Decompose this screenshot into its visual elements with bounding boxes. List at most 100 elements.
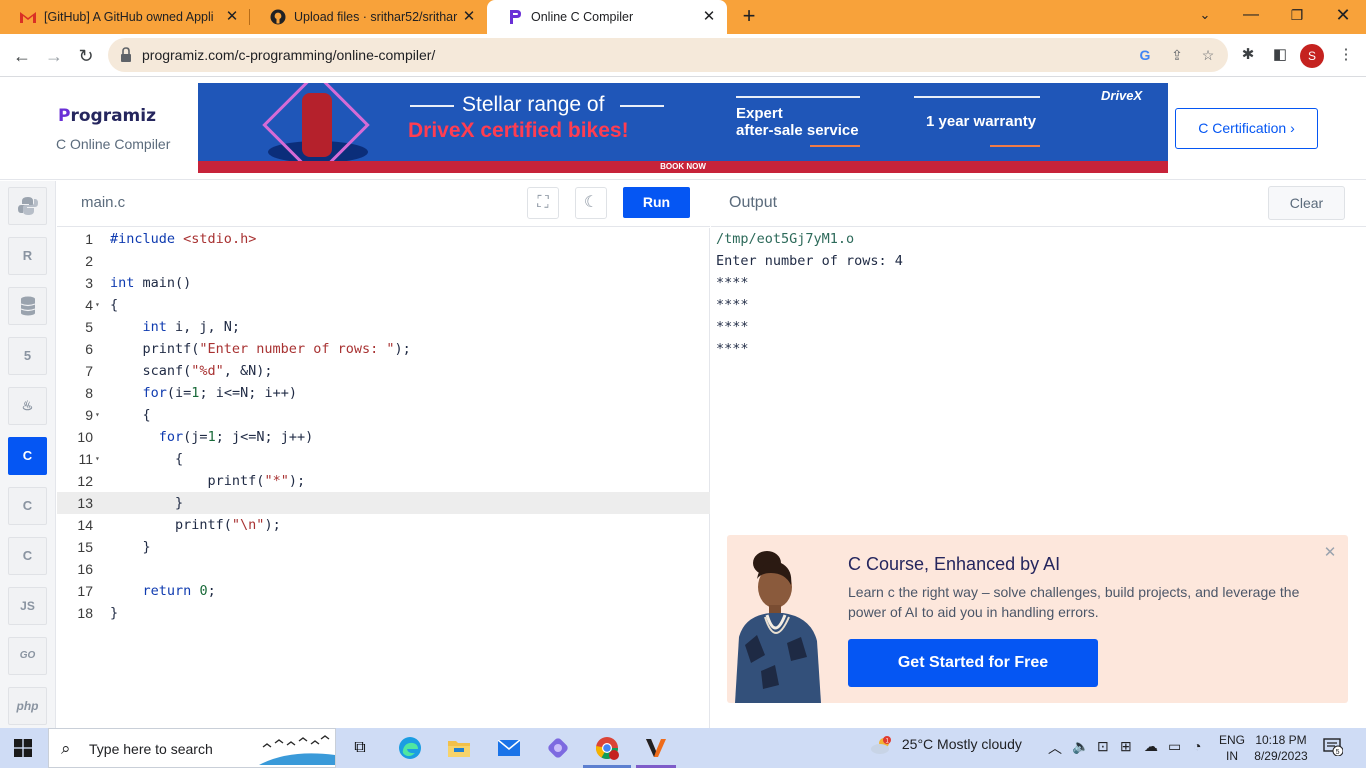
volume-icon[interactable]: 🔈 — [1072, 738, 1089, 755]
code-text: for(i=1; i<=N; i++) — [142, 385, 297, 401]
tray-chevron-up-icon[interactable]: ︿ — [1048, 738, 1062, 758]
copilot-app-icon[interactable] — [544, 734, 572, 762]
go-icon[interactable]: GO — [8, 637, 47, 675]
github-icon — [270, 9, 286, 25]
close-icon[interactable]: ✕ — [1322, 545, 1338, 561]
code-text: int main() — [110, 275, 192, 291]
network-status-icon[interactable]: ⊞ — [1120, 738, 1132, 755]
reload-icon[interactable]: ↻ — [72, 42, 100, 70]
vivaldi-like-app-icon[interactable] — [642, 734, 670, 762]
google-lens-icon[interactable]: G — [1136, 46, 1154, 64]
output-line: Enter number of rows: 4 — [716, 253, 903, 269]
task-view-icon[interactable]: ⧉ — [346, 734, 374, 762]
weather-text: 25°C Mostly cloudy — [901, 736, 1022, 752]
clear-button[interactable]: Clear — [1268, 186, 1345, 220]
run-button[interactable]: Run — [623, 187, 690, 218]
chrome-icon[interactable] — [593, 734, 621, 762]
code-line: 5 int i, j, N; — [57, 316, 710, 338]
new-tab-button[interactable]: + — [737, 5, 761, 29]
restore-button[interactable]: ❐ — [1274, 0, 1320, 32]
java-icon[interactable]: ♨ — [8, 387, 47, 425]
code-line: 3 int main() — [57, 272, 710, 294]
fullscreen-icon[interactable]: ⛶ — [527, 187, 559, 219]
bookmark-star-icon[interactable]: ☆ — [1199, 46, 1217, 64]
ad-brand-logo: DriveX — [1101, 88, 1143, 103]
window-close-button[interactable]: ✕ — [1320, 0, 1366, 32]
site-header: Programiz C Online Compiler Stellar rang… — [0, 78, 1366, 180]
code-line: 14 printf("\n"); — [57, 514, 710, 536]
meet-now-icon[interactable]: ⊡ — [1097, 738, 1109, 755]
sql-database-icon[interactable] — [8, 287, 47, 325]
c-certification-button[interactable]: C Certification › — [1175, 108, 1318, 149]
edge-browser-icon[interactable] — [396, 734, 424, 762]
html5-icon[interactable]: 5 — [8, 337, 47, 375]
taskbar-search-box[interactable]: ⌕ Type here to search — [48, 728, 336, 768]
battery-icon[interactable]: ▭ — [1168, 738, 1181, 755]
get-started-button[interactable]: Get Started for Free — [848, 639, 1098, 687]
mail-icon[interactable] — [495, 734, 523, 762]
search-highlight-art — [259, 735, 335, 765]
python-icon[interactable] — [8, 187, 47, 225]
ad-divider — [410, 105, 454, 107]
close-icon[interactable]: ✕ — [224, 9, 240, 25]
code-line: 8 for(i=1; i<=N; i++) — [57, 382, 710, 404]
share-icon[interactable]: ⇪ — [1168, 46, 1186, 64]
back-arrow-icon[interactable]: ← — [8, 42, 36, 70]
windows-taskbar: ⌕ Type here to search ⧉ 1 25°C Mostly cl… — [0, 728, 1366, 768]
dark-mode-moon-icon[interactable]: ☾ — [575, 187, 607, 219]
fold-arrow-icon[interactable]: ▾ — [95, 294, 100, 316]
code-text: } — [110, 605, 119, 621]
output-console[interactable]: /tmp/eot5Gj7yM1.o Enter number of rows: … — [711, 228, 1366, 528]
address-bar[interactable]: programiz.com/c-programming/online-compi… — [108, 38, 1228, 72]
drivex-ad-banner[interactable]: Stellar range of DriveX certified bikes!… — [198, 83, 1168, 173]
code-line: 18} — [57, 602, 710, 624]
extensions-puzzle-icon[interactable]: ✱ — [1238, 45, 1258, 65]
close-icon[interactable]: ✕ — [461, 9, 477, 25]
weather-widget[interactable]: 1 25°C Mostly cloudy — [870, 736, 1022, 755]
code-line: 10 for(j=1; j<=N; j++) — [57, 426, 710, 448]
minimize-button[interactable]: — — [1228, 0, 1274, 32]
code-line: 1 #include <stdio.h> — [57, 228, 710, 250]
close-icon[interactable]: ✕ — [701, 9, 717, 25]
tab-title: [GitHub] A GitHub owned Applic — [44, 10, 214, 24]
promo-person-image — [735, 551, 821, 703]
tab-github[interactable]: Upload files · srithar52/srithar ✕ — [250, 0, 487, 34]
code-text: printf("*"); — [110, 473, 306, 489]
side-panel-icon[interactable]: ◧ — [1270, 45, 1290, 65]
onedrive-icon[interactable]: ☁ — [1144, 738, 1158, 755]
code-line: 11 ▾ { — [57, 448, 710, 470]
fold-arrow-icon[interactable]: ▾ — [95, 404, 100, 426]
file-explorer-icon[interactable] — [445, 734, 473, 762]
notification-center-icon[interactable]: 5 — [1322, 738, 1344, 758]
fold-arrow-icon[interactable]: ▾ — [95, 448, 100, 470]
csharp-icon[interactable]: C — [8, 537, 47, 575]
ad-book-now[interactable]: BOOK NOW — [198, 161, 1168, 173]
lock-icon — [120, 47, 134, 63]
php-icon[interactable]: php — [8, 687, 47, 725]
weather-cloud-icon: 1 — [870, 736, 892, 755]
code-text: } — [110, 539, 151, 555]
output-line: **** — [716, 319, 749, 335]
windows-start-icon[interactable] — [14, 739, 32, 757]
cpp-icon[interactable]: C — [8, 487, 47, 525]
programiz-logo[interactable]: Programiz — [58, 106, 156, 126]
profile-avatar[interactable]: S — [1300, 44, 1324, 68]
ad-subheadline: DriveX certified bikes! — [408, 119, 629, 142]
c-language-icon[interactable]: C — [8, 437, 47, 475]
tab-gmail[interactable]: [GitHub] A GitHub owned Applic ✕ — [0, 0, 250, 34]
code-text: scanf("%d", &N); — [110, 363, 273, 379]
input-language-indicator[interactable]: ENG IN — [1219, 732, 1245, 764]
file-tab-main-c[interactable]: main.c — [81, 194, 125, 211]
code-editor[interactable]: 1 #include <stdio.h> 2 3 int main() 4 ▾{ 5 … — [57, 228, 710, 728]
system-clock[interactable]: 10:18 PM 8/29/2023 — [1250, 732, 1312, 764]
ad-divider — [914, 96, 1040, 98]
r-language-icon[interactable]: R — [8, 237, 47, 275]
kebab-menu-icon[interactable]: ⋮ — [1336, 45, 1356, 65]
javascript-icon[interactable]: JS — [8, 587, 47, 625]
tab-search-chevron-icon[interactable]: ⌄ — [1182, 0, 1228, 32]
output-line: **** — [716, 341, 749, 357]
tab-title: Upload files · srithar52/srithar — [294, 10, 458, 24]
tab-online-c-compiler[interactable]: Online C Compiler ✕ — [487, 0, 727, 34]
wifi-icon[interactable]: ◔ — [1193, 738, 1201, 754]
forward-arrow-icon[interactable]: → — [40, 42, 68, 70]
